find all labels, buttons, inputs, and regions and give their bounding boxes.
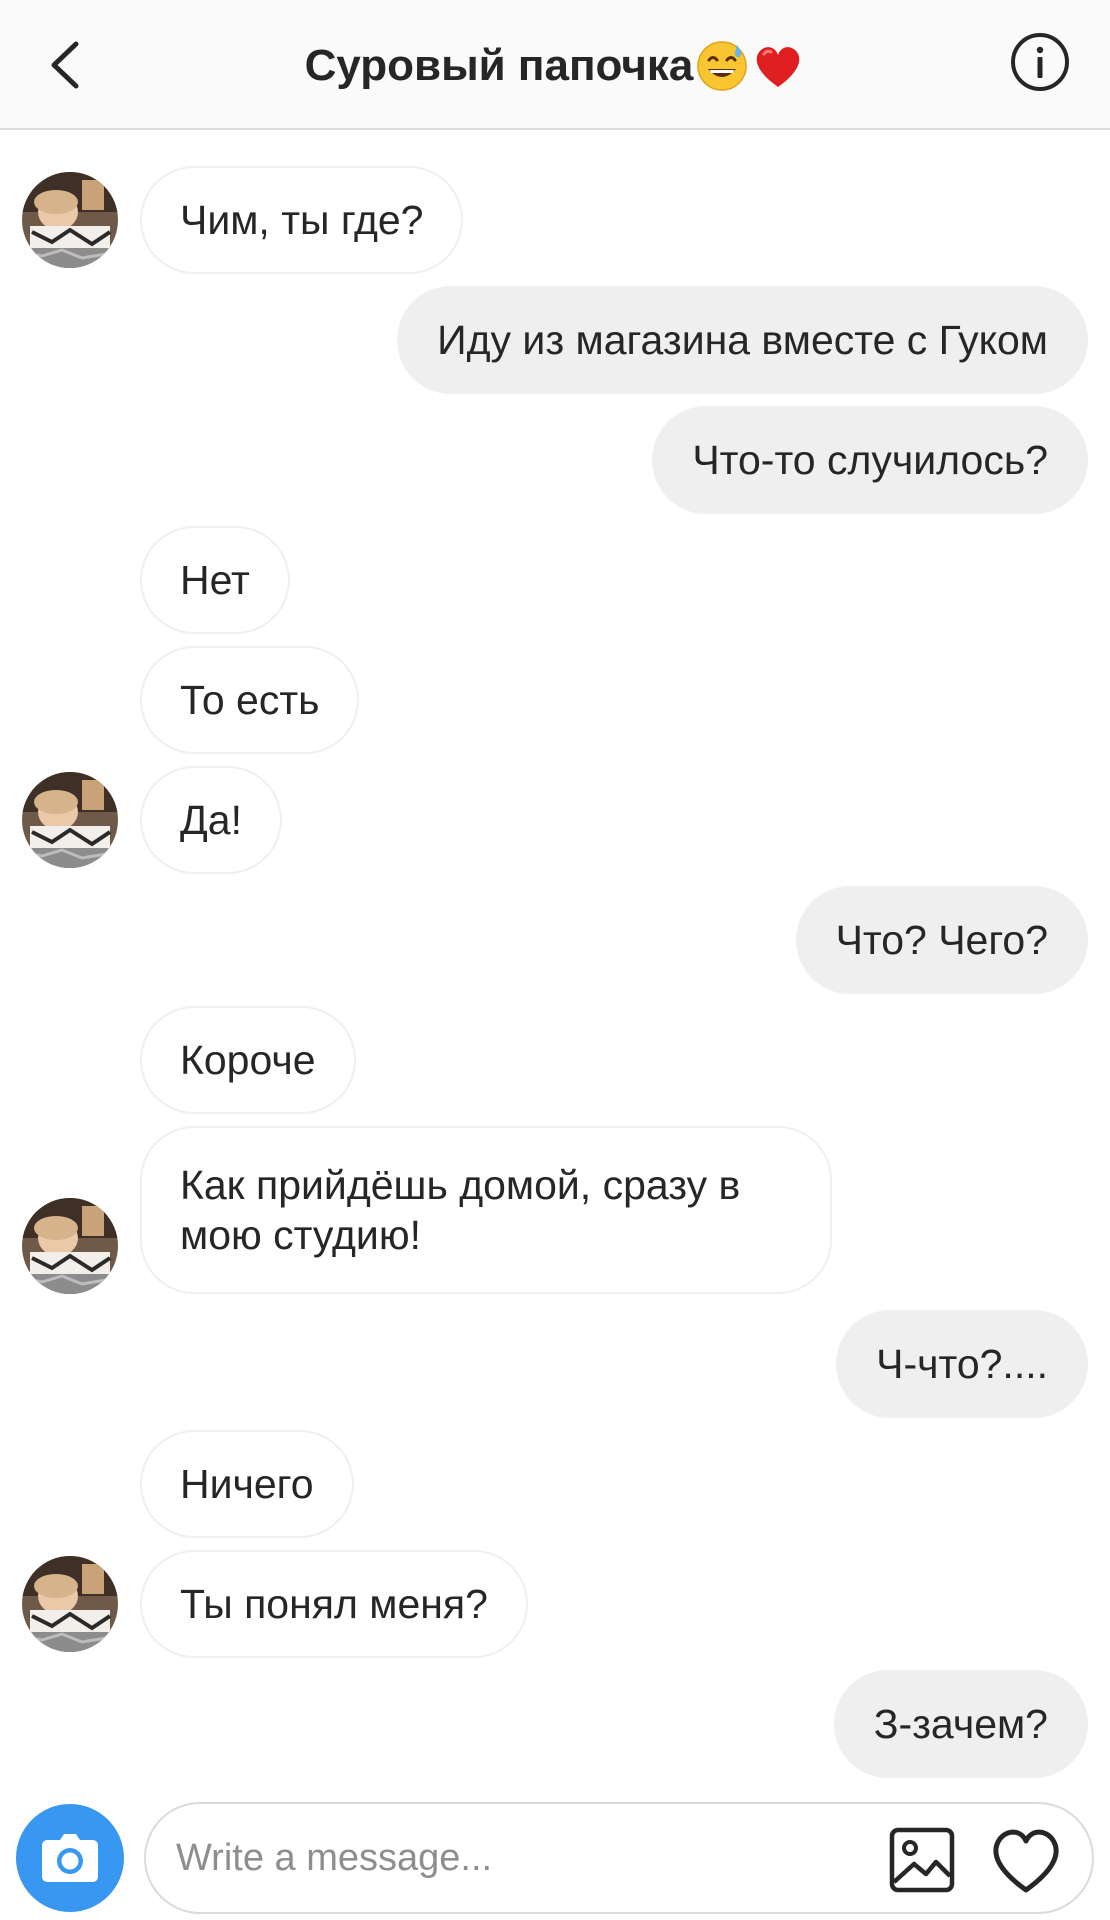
message-text: З-зачем? — [873, 1701, 1048, 1747]
grinning-sweat-emoji — [697, 41, 748, 91]
message-text: Что-то случилось? — [692, 437, 1048, 483]
message-text: Ничего — [180, 1461, 314, 1507]
incoming-message[interactable]: Нет — [140, 526, 290, 634]
message-input[interactable] — [176, 1828, 876, 1888]
camera-button[interactable] — [16, 1804, 124, 1912]
incoming-message[interactable]: Да! — [140, 766, 282, 874]
avatar[interactable] — [22, 1198, 118, 1294]
outgoing-message[interactable]: З-зачем? — [833, 1670, 1088, 1778]
avatar-photo — [22, 1556, 118, 1652]
message-text: Иду из магазина вместе с Гуком — [437, 317, 1048, 363]
message-list[interactable]: Чим, ты где? Иду из магазина вместе с Гу… — [0, 130, 1110, 1790]
incoming-message[interactable]: Как прийдёшь домой, сразу в мою студию! — [140, 1126, 832, 1294]
avatar[interactable] — [22, 772, 118, 868]
camera-icon — [42, 1834, 98, 1882]
outgoing-message[interactable]: Иду из магазина вместе с Гуком — [397, 286, 1088, 394]
red-heart-emoji — [757, 47, 800, 87]
message-text: Нет — [180, 557, 250, 603]
message-text: Ч-что?.... — [876, 1341, 1048, 1387]
chat-header: Суровый папочка — [0, 0, 1110, 130]
outgoing-message[interactable]: Что? Чего? — [795, 886, 1088, 994]
message-input-box — [144, 1802, 1094, 1914]
message-text: Да! — [180, 797, 242, 843]
gallery-icon — [889, 1827, 955, 1893]
heart-icon — [993, 1829, 1059, 1893]
avatar-photo — [22, 1198, 118, 1294]
incoming-message[interactable]: Ничего — [140, 1430, 354, 1538]
like-button[interactable] — [988, 1824, 1064, 1896]
incoming-message[interactable]: Ты понял меня? — [140, 1550, 528, 1658]
avatar[interactable] — [22, 1556, 118, 1652]
avatar[interactable] — [22, 172, 118, 268]
outgoing-message[interactable]: Ч-что?.... — [836, 1310, 1088, 1418]
info-circle-icon — [1011, 33, 1069, 91]
outgoing-message[interactable]: Что-то случилось? — [652, 406, 1088, 514]
avatar-photo — [22, 772, 118, 868]
message-text: Как прийдёшь домой, сразу в мою студию! — [180, 1162, 741, 1258]
incoming-message[interactable]: Чим, ты где? — [140, 166, 464, 274]
gallery-button[interactable] — [888, 1826, 956, 1894]
message-text: Короче — [180, 1037, 316, 1083]
chat-title[interactable]: Суровый папочка — [0, 36, 1110, 96]
incoming-message[interactable]: То есть — [140, 646, 360, 754]
message-text: То есть — [180, 677, 320, 723]
message-text: Что? Чего? — [835, 917, 1048, 963]
avatar-photo — [22, 172, 118, 268]
message-text: Чим, ты где? — [180, 197, 424, 243]
info-button[interactable] — [1008, 30, 1072, 94]
message-text: Ты понял меня? — [180, 1581, 488, 1627]
chat-title-text: Суровый папочка — [304, 41, 694, 90]
incoming-message[interactable]: Короче — [140, 1006, 356, 1114]
message-composer — [0, 1790, 1110, 1920]
